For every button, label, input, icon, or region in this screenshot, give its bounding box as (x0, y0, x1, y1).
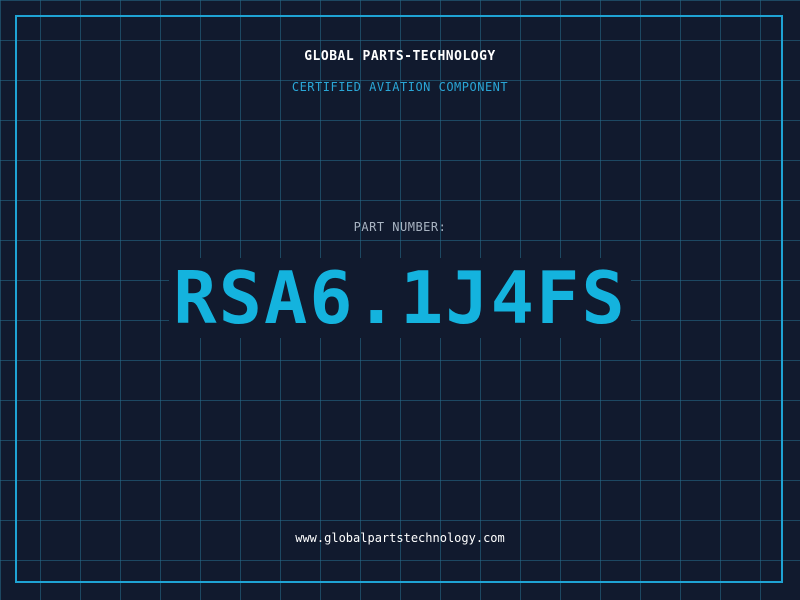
website-url: www.globalpartstechnology.com (295, 531, 505, 545)
part-number-value: RSA6.1J4FS (169, 258, 631, 338)
part-card: GLOBAL PARTS-TECHNOLOGY CERTIFIED AVIATI… (0, 0, 800, 600)
brand-title: GLOBAL PARTS-TECHNOLOGY (304, 49, 496, 64)
part-number-label: PART NUMBER: (353, 220, 447, 234)
part-number-display: RSA6.1J4FS (0, 258, 800, 338)
brand-subtitle: CERTIFIED AVIATION COMPONENT (291, 80, 509, 94)
